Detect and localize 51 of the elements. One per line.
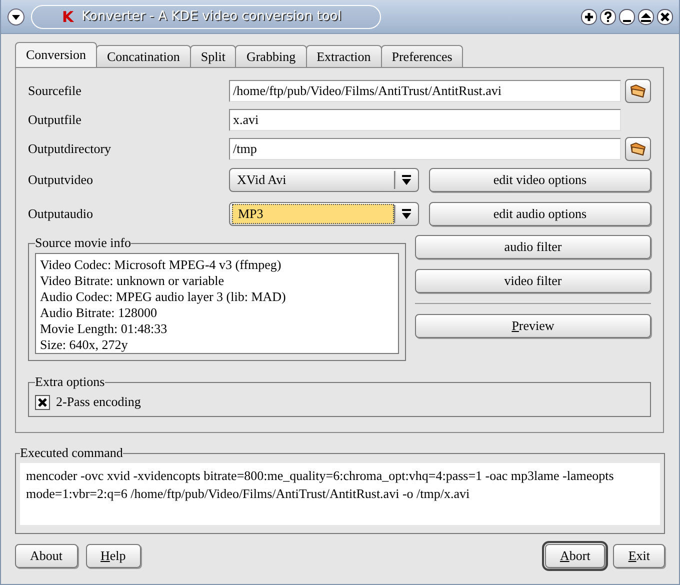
help-icon[interactable] bbox=[600, 8, 616, 24]
checkbox-label: 2-Pass encoding bbox=[56, 394, 141, 410]
dialog-button[interactable]: Help bbox=[86, 544, 141, 568]
menu-icon[interactable] bbox=[7, 8, 25, 26]
group-title: Extra options bbox=[35, 374, 105, 390]
browse-button[interactable] bbox=[625, 137, 651, 161]
dialog-button[interactable]: Exit bbox=[613, 544, 665, 568]
folder-icon bbox=[630, 142, 646, 156]
input-field[interactable]: x.avi bbox=[229, 109, 621, 131]
filter-button[interactable]: audio filter bbox=[415, 235, 651, 259]
tab[interactable]: Extraction bbox=[306, 45, 382, 67]
checkbox[interactable] bbox=[35, 394, 50, 410]
input-field[interactable]: /tmp bbox=[229, 138, 621, 160]
maximize-icon[interactable] bbox=[638, 8, 654, 24]
filter-button[interactable]: video filter bbox=[415, 269, 651, 293]
close-icon[interactable] bbox=[657, 8, 673, 24]
info-line: Audio Bitrate: 128000 bbox=[40, 305, 158, 321]
info-line: Video Bitrate: unknown or variable bbox=[40, 273, 226, 289]
down-arrow-icon bbox=[402, 175, 410, 185]
info-line: Movie Length: 01:48:33 bbox=[40, 321, 168, 337]
tab[interactable]: Split bbox=[190, 45, 236, 67]
info-line: Audio Codec: MPEG audio layer 3 (lib: MAD) bbox=[40, 289, 287, 305]
folder-icon bbox=[630, 84, 646, 98]
dialog-button[interactable]: About bbox=[15, 544, 78, 568]
field-label: Outputvideo bbox=[28, 172, 94, 188]
field-label: Sourcefile bbox=[28, 83, 82, 99]
info-line: Size: 640x, 272y bbox=[40, 337, 129, 353]
dropdown[interactable]: MP3 bbox=[229, 202, 419, 226]
info-line: Video Codec: Microsoft MPEG-4 v3 (ffmpeg) bbox=[40, 257, 282, 273]
field-label: Outputdirectory bbox=[28, 141, 112, 157]
input-field[interactable]: /home/ftp/pub/Video/Films/AntiTrust/AntitRust.avi bbox=[229, 80, 621, 102]
tab[interactable]: Concatination bbox=[96, 45, 191, 67]
minimize-icon[interactable] bbox=[619, 8, 635, 24]
group-title: Source movie info bbox=[35, 235, 132, 251]
window-title: Konverter - A KDE video conversion tool bbox=[82, 9, 342, 24]
tab[interactable]: Conversion bbox=[15, 42, 97, 67]
group-title: Executed command bbox=[20, 445, 123, 461]
options-button[interactable]: edit audio options bbox=[429, 202, 651, 226]
command-text: mencoder -ovc xvid -xvidencopts bitrate=800:me_quality=6:chroma_opt:vhq=4:pass=1 -oac mp3lame -lameopts mode=1:vbr=2:q=6 /home/ftp/pub/Video/Films/AntiTrust/AntitRust.avi -o /tmp/x.avi bbox=[20, 463, 660, 525]
preview-button[interactable]: Preview bbox=[415, 314, 651, 338]
tab[interactable]: Grabbing bbox=[235, 45, 307, 67]
tab[interactable]: Preferences bbox=[380, 45, 464, 67]
plus-icon[interactable] bbox=[581, 8, 597, 24]
field-label: Outputfile bbox=[28, 112, 82, 128]
app-logo: K bbox=[62, 8, 74, 26]
dropdown[interactable]: XVid Avi bbox=[229, 168, 419, 192]
dialog-button[interactable]: Abort bbox=[544, 544, 606, 568]
browse-button[interactable] bbox=[625, 79, 651, 103]
down-arrow-icon bbox=[402, 209, 410, 219]
options-button[interactable]: edit video options bbox=[429, 168, 651, 192]
field-label: Outputaudio bbox=[28, 206, 94, 222]
